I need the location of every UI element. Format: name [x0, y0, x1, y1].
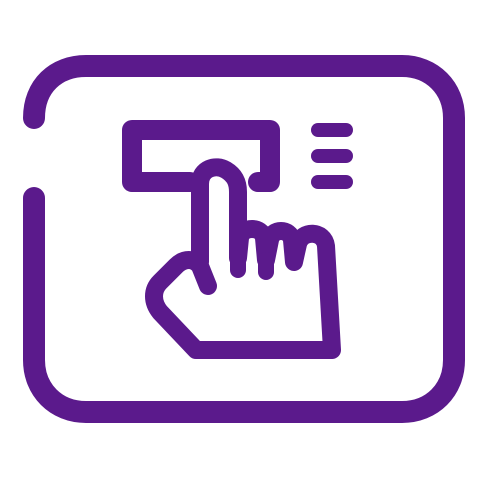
text-lines [311, 123, 353, 189]
touch-input-svg [23, 55, 465, 423]
touch-input-icon [0, 0, 480, 480]
pointing-hand [145, 158, 341, 359]
